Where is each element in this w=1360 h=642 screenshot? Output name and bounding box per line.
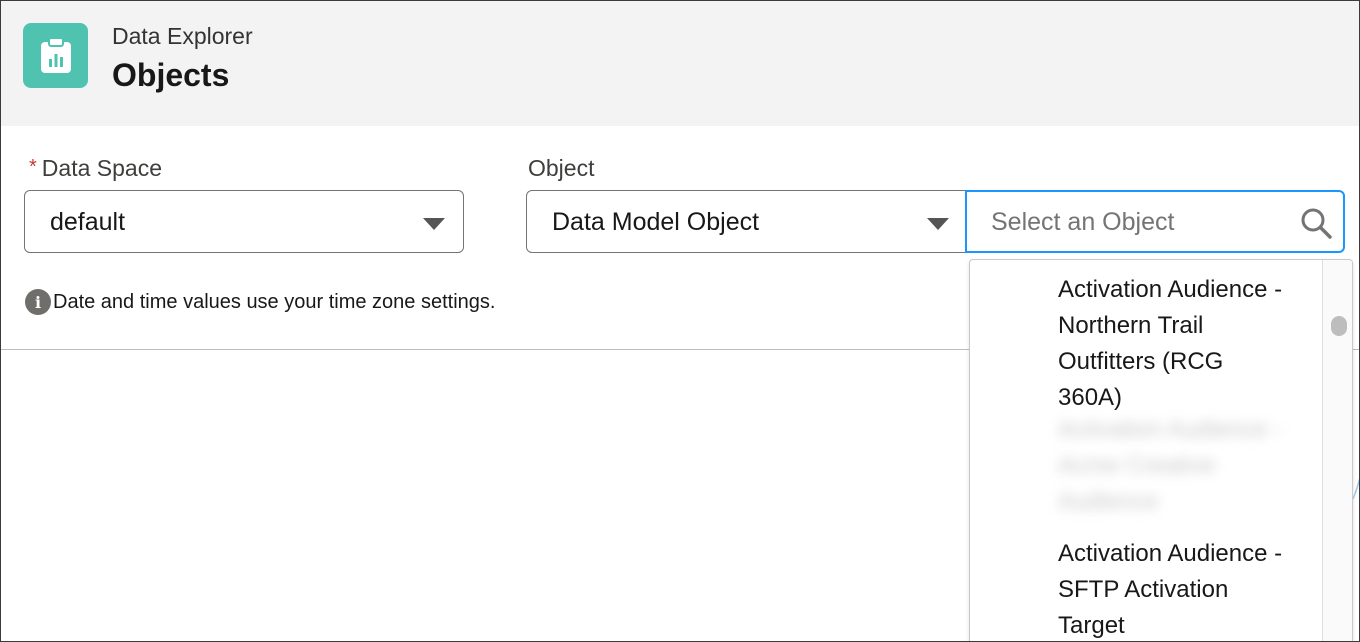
object-options-listbox: Activation Audience - Northern Trail Out… [969, 259, 1353, 641]
timezone-note-text: Date and time values use your time zone … [53, 290, 496, 313]
chevron-down-icon [927, 218, 949, 230]
object-search-input[interactable] [991, 207, 1291, 237]
list-item[interactable]: Activation Audience - SFTP Activation Ta… [1058, 536, 1290, 641]
background-line-decoration [1353, 478, 1359, 500]
search-icon[interactable] [1299, 206, 1333, 240]
app-frame: Data Explorer Objects * Data Space defaul… [0, 0, 1360, 642]
app-subtitle: Data Explorer [112, 23, 253, 49]
clipboard-chart-icon [23, 23, 88, 88]
data-space-label: * Data Space [29, 155, 162, 182]
chevron-down-icon [423, 218, 445, 230]
list-item[interactable]: Activation Audience - Northern Trail Out… [1058, 272, 1290, 416]
object-search-combobox[interactable] [965, 190, 1345, 253]
timezone-note: i Date and time values use your time zon… [25, 289, 495, 315]
data-space-label-text: Data Space [41, 155, 162, 181]
data-space-select[interactable]: default [24, 190, 464, 253]
info-icon: i [25, 289, 51, 315]
page-header: Data Explorer Objects [1, 1, 1359, 126]
object-type-select[interactable]: Data Model Object [526, 190, 968, 253]
required-indicator: * [29, 156, 37, 178]
scrollbar-thumb[interactable] [1331, 316, 1347, 336]
object-label: Object [528, 155, 595, 181]
listbox-scrollbar[interactable] [1322, 260, 1352, 641]
list-item[interactable]: Activation Audience - Acme Creative Audi… [1058, 412, 1290, 520]
data-space-value: default [50, 208, 126, 236]
object-type-value: Data Model Object [552, 208, 760, 236]
page-title: Objects [112, 57, 230, 93]
